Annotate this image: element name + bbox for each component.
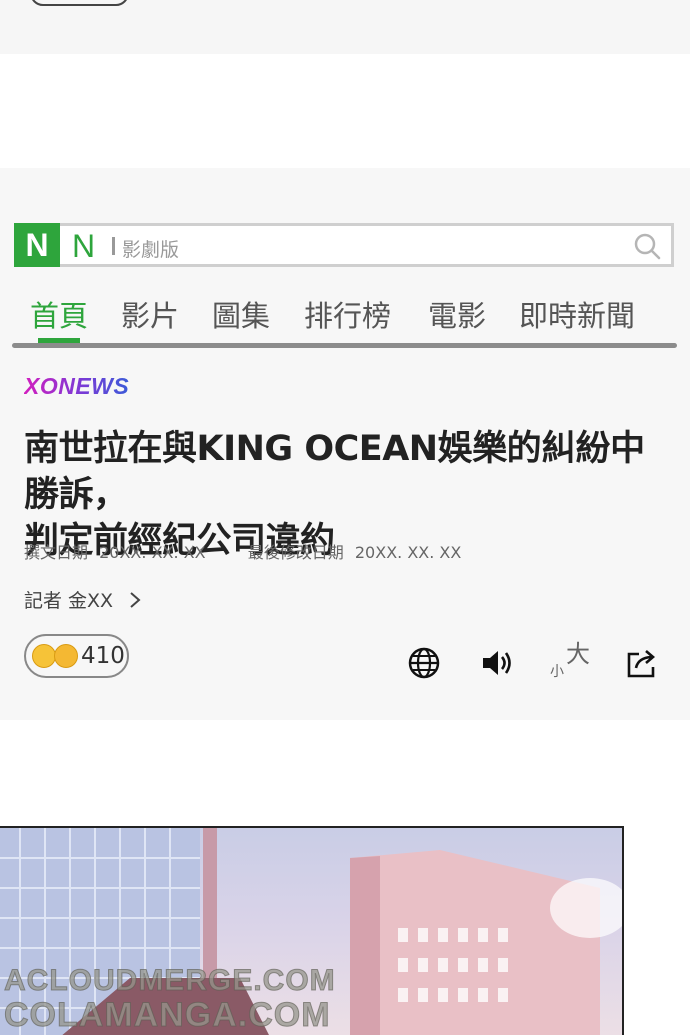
- news-article-panel: N N 影劇版 首頁 影片 圖集 排行榜 電影 即時新聞 XONEWS 南世拉在…: [0, 168, 690, 720]
- font-size-small: 小: [550, 664, 564, 680]
- reaction-count: 410: [81, 643, 125, 669]
- watermark-line-1: ACLOUDMERGE.COM: [4, 964, 336, 998]
- chevron-right-icon: [130, 591, 141, 608]
- reaction-button[interactable]: 410: [24, 634, 129, 678]
- tabs-divider: [12, 343, 677, 348]
- search-icon[interactable]: [633, 232, 661, 260]
- tab-videos[interactable]: 影片: [121, 293, 179, 335]
- reporter-link[interactable]: 記者 金XX: [24, 586, 141, 613]
- reporter-name: 記者 金XX: [24, 590, 114, 612]
- tab-movies[interactable]: 電影: [428, 293, 486, 335]
- headline-line-1: 南世拉在與KING OCEAN娛樂的糾紛中勝訴，: [24, 429, 645, 515]
- font-size-large: 大: [566, 640, 590, 668]
- comic-artwork-panel: ACLOUDMERGE.COM COLAMANGA.COM: [0, 826, 624, 1035]
- emoji-icon: [54, 644, 78, 668]
- tab-ranking[interactable]: 排行榜: [304, 293, 391, 335]
- watermark-line-2: COLAMANGA.COM: [4, 996, 331, 1035]
- site-logo[interactable]: N: [14, 223, 60, 267]
- divider: [112, 237, 115, 255]
- tab-home[interactable]: 首頁: [30, 293, 88, 335]
- modified-date: 20XX. XX. XX: [354, 543, 462, 562]
- search-input[interactable]: N 影劇版: [60, 223, 674, 267]
- speaker-icon[interactable]: [480, 646, 514, 680]
- modified-label: 最後修改日期: [247, 543, 344, 562]
- tab-gallery[interactable]: 圖集: [212, 293, 270, 335]
- previous-panel-fragment: [0, 0, 690, 54]
- share-icon[interactable]: [625, 646, 659, 680]
- published-label: 撰文日期: [24, 543, 89, 562]
- article-dates: 撰文日期 20XX. XX. XX 最後修改日期 20XX. XX. XX: [24, 539, 467, 563]
- category-tabs: 首頁 影片 圖集 排行榜 電影 即時新聞: [0, 293, 690, 348]
- emoji-icon: [32, 644, 56, 668]
- published-date: 20XX. XX. XX: [99, 543, 206, 562]
- tab-breaking-news[interactable]: 即時新聞: [519, 293, 635, 335]
- news-brand[interactable]: XONEWS: [24, 373, 129, 400]
- search-bar[interactable]: N N 影劇版: [14, 223, 674, 267]
- section-label: 影劇版: [122, 239, 180, 261]
- font-size-toggle[interactable]: 小大: [550, 640, 590, 683]
- previous-button-edge: [30, 0, 129, 6]
- globe-icon[interactable]: [407, 646, 441, 680]
- n-logo-text: N: [72, 228, 96, 264]
